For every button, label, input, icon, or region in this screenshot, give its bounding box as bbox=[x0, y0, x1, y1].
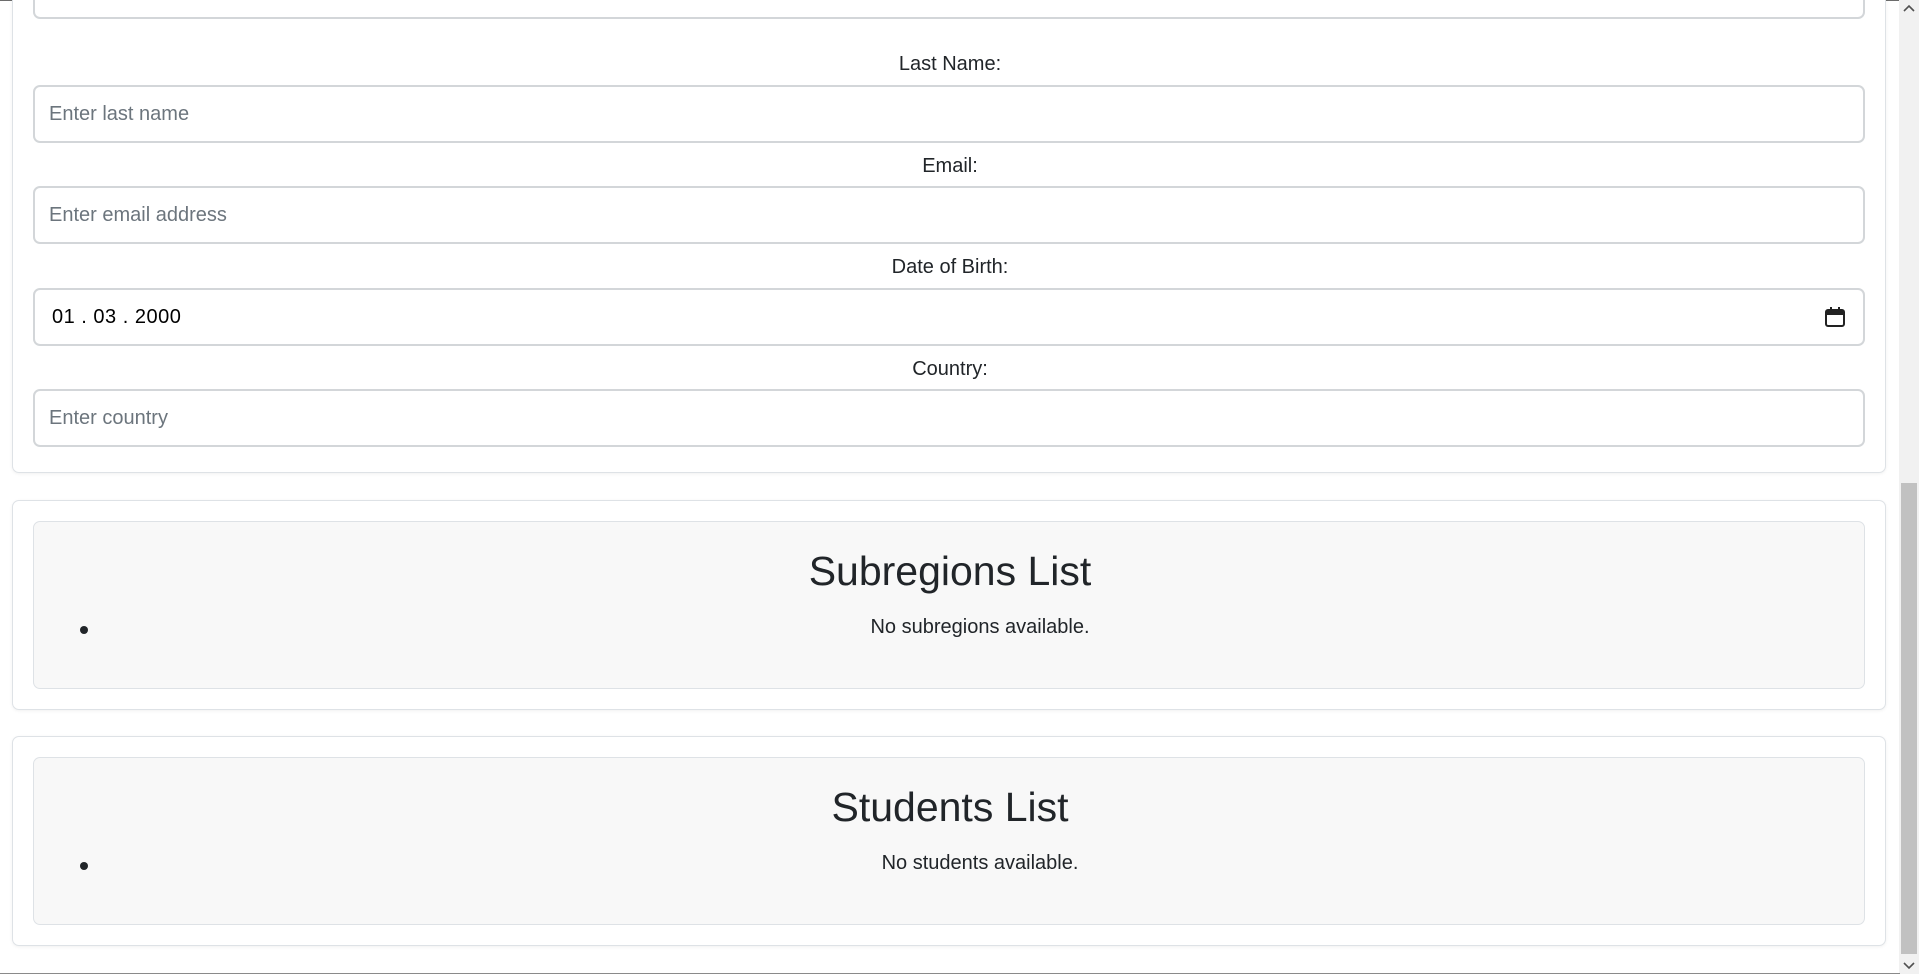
students-empty-text: No students available. bbox=[881, 852, 1079, 874]
subregions-title: Subregions List bbox=[808, 548, 1092, 594]
list-bullet bbox=[80, 862, 88, 870]
country-input[interactable] bbox=[33, 389, 1865, 447]
list-bullet bbox=[80, 626, 88, 634]
students-card: Students List No students available. bbox=[12, 736, 1886, 946]
student-form-card: Last Name: Email: Date of Birth: 01 . 03… bbox=[12, 0, 1886, 473]
students-title: Students List bbox=[831, 784, 1069, 830]
page: Last Name: Email: Date of Birth: 01 . 03… bbox=[0, 0, 1919, 974]
students-list-panel: Students List No students available. bbox=[33, 757, 1865, 925]
email-input[interactable] bbox=[33, 186, 1865, 244]
subregions-card: Subregions List No subregions available. bbox=[12, 500, 1886, 710]
subregions-list-panel: Subregions List No subregions available. bbox=[33, 521, 1865, 689]
vertical-scrollbar[interactable] bbox=[1899, 0, 1919, 974]
date-of-birth-label: Date of Birth: bbox=[891, 256, 1009, 278]
email-label: Email: bbox=[922, 155, 978, 177]
subregions-empty-text: No subregions available. bbox=[870, 616, 1090, 638]
date-of-birth-input[interactable]: 01 . 03 . 2000 bbox=[33, 288, 1865, 346]
country-label: Country: bbox=[912, 358, 988, 380]
date-of-birth-value: 01 . 03 . 2000 bbox=[52, 306, 182, 328]
chevron-down-icon[interactable] bbox=[1899, 956, 1919, 974]
calendar-icon[interactable] bbox=[1823, 305, 1847, 329]
scrollbar-thumb[interactable] bbox=[1901, 483, 1917, 954]
last-name-input[interactable] bbox=[33, 85, 1865, 143]
last-name-label: Last Name: bbox=[898, 53, 1002, 75]
first-name-input[interactable] bbox=[33, 0, 1865, 19]
chevron-up-icon[interactable] bbox=[1899, 0, 1919, 18]
